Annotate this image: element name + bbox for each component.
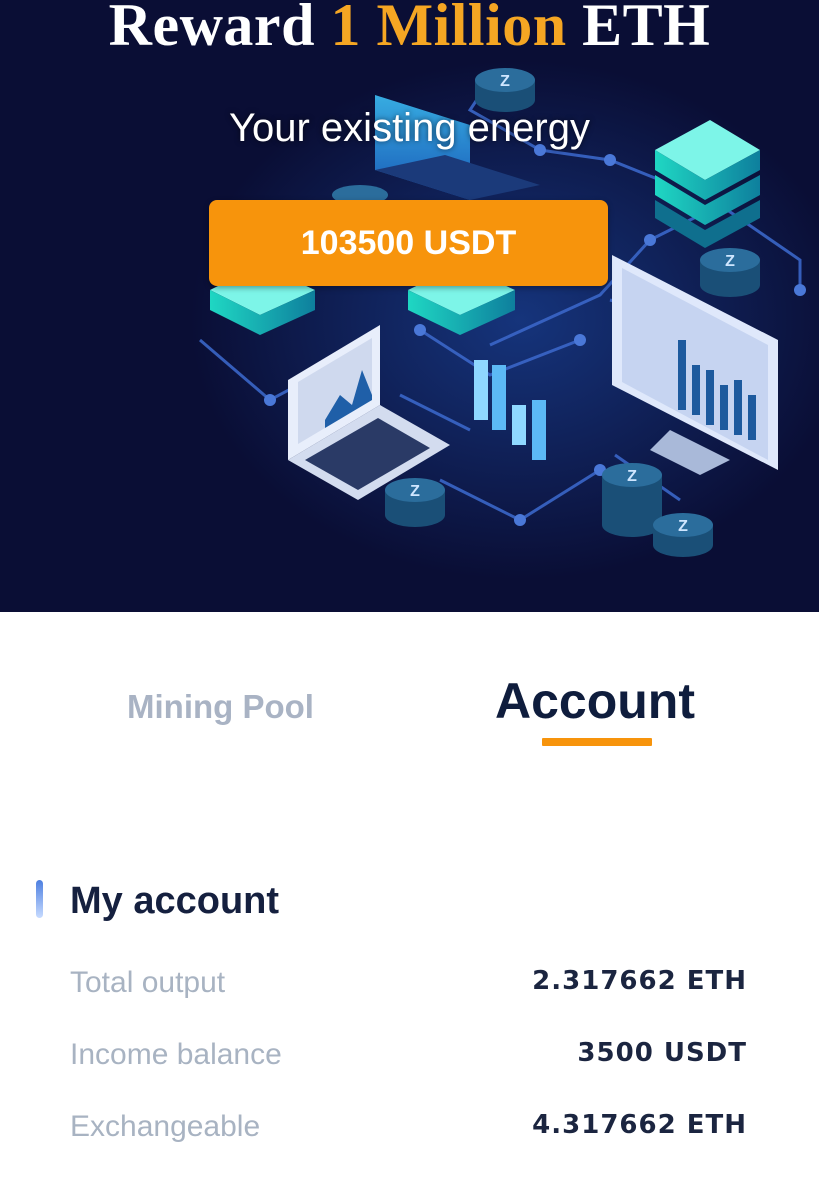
svg-text:Z: Z [500,73,510,90]
row-value: 2.317662 ETH [532,966,747,996]
row-value: 4.317662 ETH [532,1110,747,1140]
svg-text:Z: Z [725,253,735,270]
svg-text:Z: Z [627,468,637,485]
tab-mining-pool[interactable]: Mining Pool [127,688,314,726]
network-illustration: Z Z Z Z Z [190,60,819,580]
row-value: 3500 USDT [577,1038,747,1068]
active-tab-indicator [542,738,652,746]
svg-text:Z: Z [678,518,688,535]
tab-account[interactable]: Account [495,672,695,730]
row-label: Exchangeable [70,1110,261,1143]
account-row-income-balance: Income balance 3500 USDT [0,1038,819,1082]
row-label: Total output [70,966,226,999]
row-label: Income balance [70,1038,282,1071]
hero-banner: Z Z Z Z Z Reward 1 Million ETH Your exis… [0,0,819,612]
headline-accent: 1 Million [330,0,567,58]
section-title: My account [70,880,280,922]
reward-headline: Reward 1 Million ETH [0,0,819,56]
headline-prefix: Reward [108,0,331,58]
account-row-total-output: Total output 2.317662 ETH [0,966,819,1010]
account-row-exchangeable: Exchangeable 4.317662 ETH [0,1110,819,1154]
tab-bar: Mining Pool Account [0,612,819,772]
energy-value-button[interactable]: 103500 USDT [209,200,608,286]
svg-text:Z: Z [410,483,420,500]
section-marker [36,880,43,918]
headline-suffix: ETH [566,0,711,58]
energy-label: Your existing energy [229,106,590,150]
my-account-section: My account Total output 2.317662 ETH Inc… [0,860,819,1200]
